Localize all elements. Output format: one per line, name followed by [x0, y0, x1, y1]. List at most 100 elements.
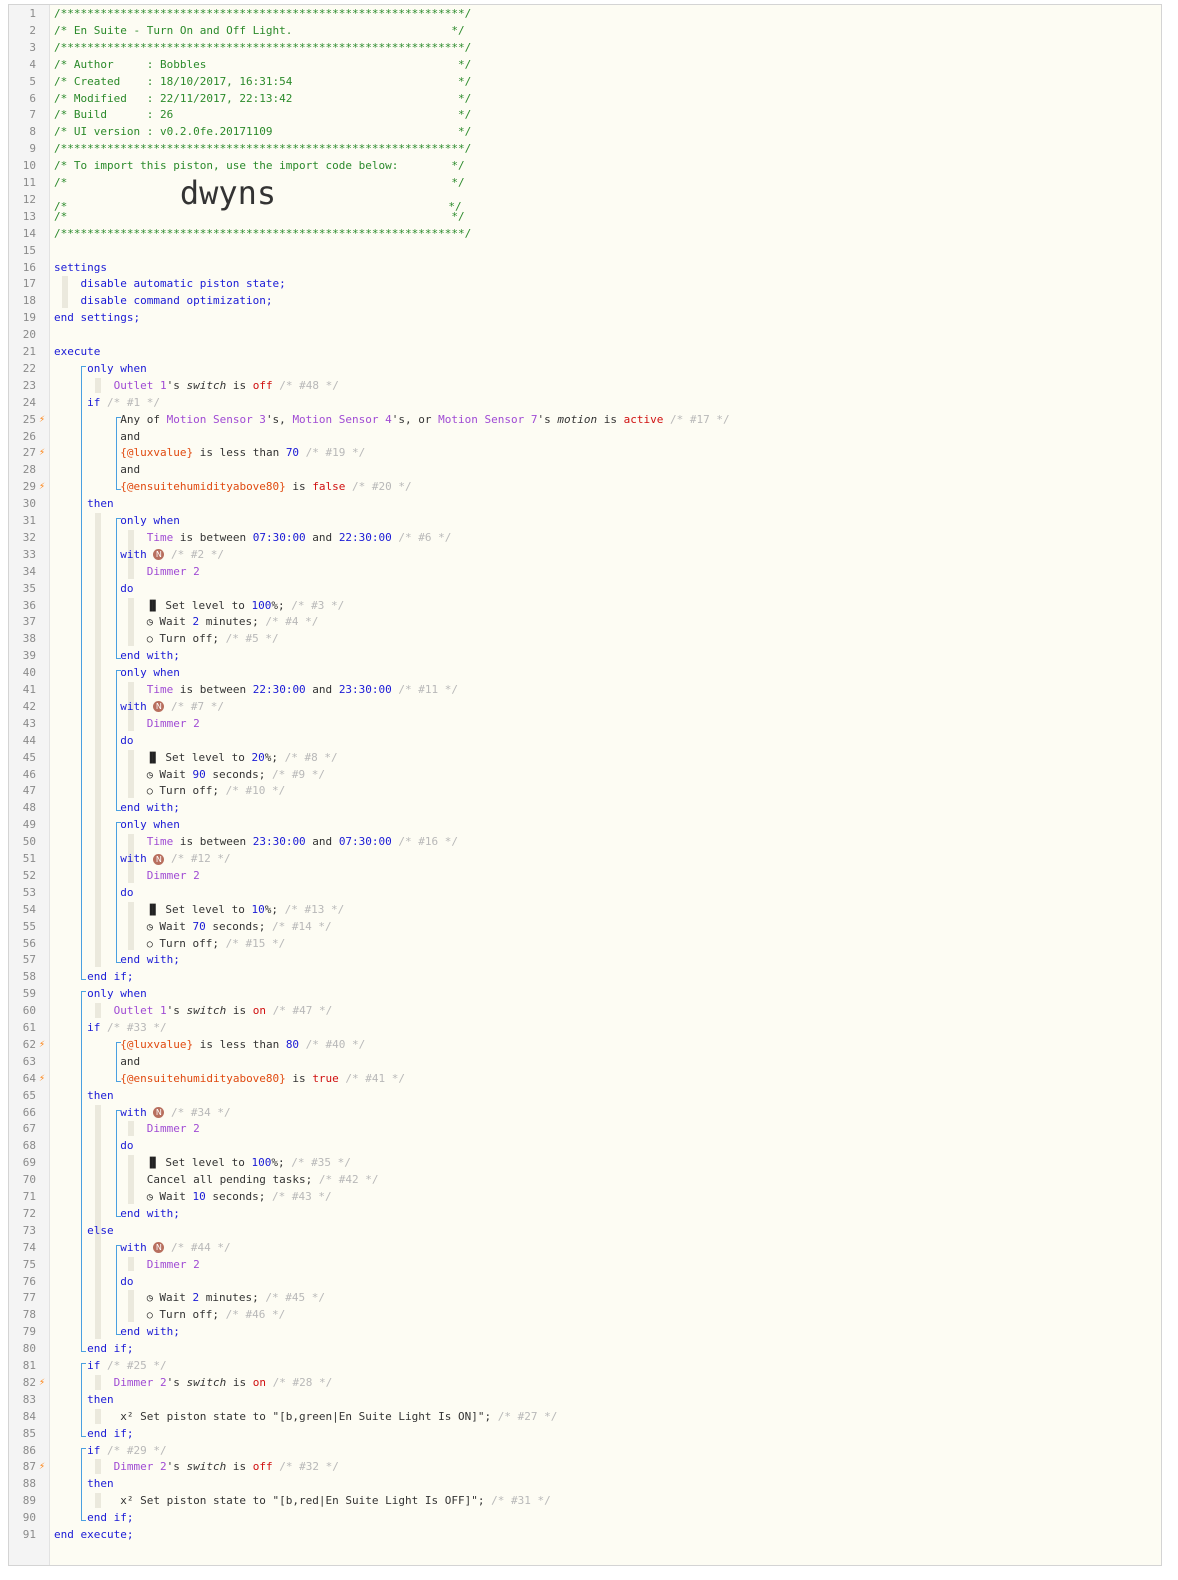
line-number: 25 — [22, 412, 36, 426]
line-number: 61 — [22, 1021, 36, 1034]
line-number: 20 — [22, 328, 36, 342]
code-token: Set level to — [158, 902, 252, 916]
code-token: on — [252, 1004, 266, 1018]
code-token: 's — [166, 1004, 187, 1018]
code-text: then — [54, 1475, 114, 1492]
code-token: 07:30:00 — [338, 835, 392, 849]
code-token: Motion Sensor 7 — [438, 412, 538, 426]
line-number: 6 — [29, 91, 36, 105]
code-text: /***************************************… — [54, 140, 471, 157]
code-line: 38 ○ Turn off; /* #5 */ — [9, 630, 1161, 647]
code-text: end if; — [54, 1425, 133, 1442]
code-line: 71 ◷ Wait 10 seconds; /* #43 */ — [9, 1188, 1161, 1205]
code-token: switch — [186, 378, 227, 392]
line-number: 70 — [22, 1173, 36, 1187]
line-number: 17 — [22, 277, 36, 291]
code-line: 40 only when — [9, 664, 1161, 681]
device-badge-icon: N — [153, 549, 165, 561]
code-line: 34 Dimmer 2 — [9, 563, 1161, 580]
line-number: 14 — [22, 226, 36, 240]
code-token: and — [305, 683, 339, 696]
code-token: and — [54, 1054, 141, 1068]
line-number: 35 — [22, 581, 36, 595]
line-number: 73 — [22, 1223, 36, 1237]
code-token: Dimmer 2 — [146, 1122, 200, 1136]
line-number: 29 — [22, 480, 36, 494]
code-token: 100 — [251, 1156, 272, 1170]
code-token: is — [226, 378, 253, 392]
code-text: ▐▌ Set level to 100%; /* #3 */ — [54, 597, 345, 615]
code-line: 16 settings — [9, 259, 1161, 276]
code-line: 21 execute — [9, 343, 1161, 360]
code-text: {@luxvalue} is less than 70 /* #19 */ — [54, 444, 365, 461]
code-token: minutes; — [199, 1291, 266, 1305]
code-token: Dimmer 2 — [146, 716, 200, 730]
line-number: 67 — [22, 1122, 36, 1136]
code-token: /* Author : Bobbles */ — [54, 57, 472, 71]
code-token: Time — [146, 835, 174, 849]
code-text: if /* #1 */ — [54, 394, 160, 411]
code-token: /* #41 */ — [338, 1071, 406, 1085]
code-token: else — [54, 1223, 114, 1237]
code-token: /* */ — [54, 209, 465, 223]
code-line: 12/* dwyns */ — [9, 177, 1161, 213]
code-token: Outlet 1 — [113, 1004, 167, 1018]
line-number: 69 — [22, 1156, 36, 1170]
code-line: 14 /*************************************… — [9, 225, 1161, 242]
code-token: Dimmer 2 — [113, 1375, 167, 1389]
code-token: 's, — [265, 412, 293, 426]
code-text: ▐▌ Set level to 100%; /* #35 */ — [54, 1154, 351, 1172]
line-number: 47 — [22, 784, 36, 798]
line-number: 48 — [22, 801, 36, 815]
code-token: x² Set piston state to "[b,red|En Suite … — [54, 1494, 492, 1508]
code-line: 81 if /* #25 */ — [9, 1357, 1161, 1374]
code-token: /* #44 */ — [164, 1240, 231, 1254]
line-number: 42 — [22, 699, 36, 713]
code-line: 64 ⚡ {@ensuitehumidityabove80} is true /*… — [9, 1070, 1161, 1087]
code-token: /* #20 */ — [345, 480, 412, 494]
code-token: 's — [166, 1375, 187, 1389]
code-line: 15 — [9, 242, 1161, 259]
line-number: 21 — [22, 345, 36, 358]
code-token: seconds; — [205, 919, 272, 933]
block-bracket — [81, 365, 87, 981]
line-number: 28 — [22, 463, 36, 477]
trigger-bolt-icon: ⚡ — [39, 481, 46, 493]
code-line: 6 /* Modified : 22/11/2017, 22:13:42 */ — [9, 90, 1161, 107]
block-bracket — [116, 670, 122, 812]
code-token: is between — [173, 683, 253, 696]
code-token: Dimmer 2 — [113, 1460, 167, 1474]
trigger-bolt-icon: ⚡ — [39, 413, 46, 425]
code-token: minutes; — [199, 615, 266, 629]
code-token: /* #27 */ — [497, 1409, 558, 1423]
code-token: /* #28 */ — [265, 1375, 333, 1389]
code-token: disable command optimization; — [54, 294, 273, 308]
code-token: and — [305, 530, 339, 544]
code-token: {@ensuitehumidityabove80} — [120, 1071, 286, 1085]
command-icon: ▐▌ — [146, 600, 159, 612]
code-text: /***************************************… — [54, 39, 471, 56]
code-text: ○ Turn off; /* #5 */ — [54, 630, 279, 648]
code-token: Set level to — [158, 1156, 252, 1170]
code-token: Time — [146, 530, 174, 544]
code-line: 37 ◷ Wait 2 minutes; /* #4 */ — [9, 613, 1161, 630]
code-token: end if; — [54, 1342, 134, 1356]
code-token: is — [597, 412, 624, 426]
code-token: /* #1 */ — [100, 395, 160, 409]
code-line: 2 /* En Suite - Turn On and Off Light. */ — [9, 22, 1161, 39]
code-token: /* #7 */ — [164, 699, 224, 713]
line-number: 72 — [22, 1206, 36, 1220]
code-text: only when — [54, 360, 147, 377]
block-bracket — [116, 822, 122, 964]
block-bracket — [81, 991, 87, 1353]
line-number: 36 — [22, 598, 36, 612]
command-icon: ▐▌ — [146, 904, 159, 916]
code-text: Dimmer 2's switch is on /* #28 */ — [54, 1374, 333, 1391]
line-number: 11 — [22, 176, 36, 189]
code-line: 70 Cancel all pending tasks; /* #42 */ — [9, 1171, 1161, 1188]
